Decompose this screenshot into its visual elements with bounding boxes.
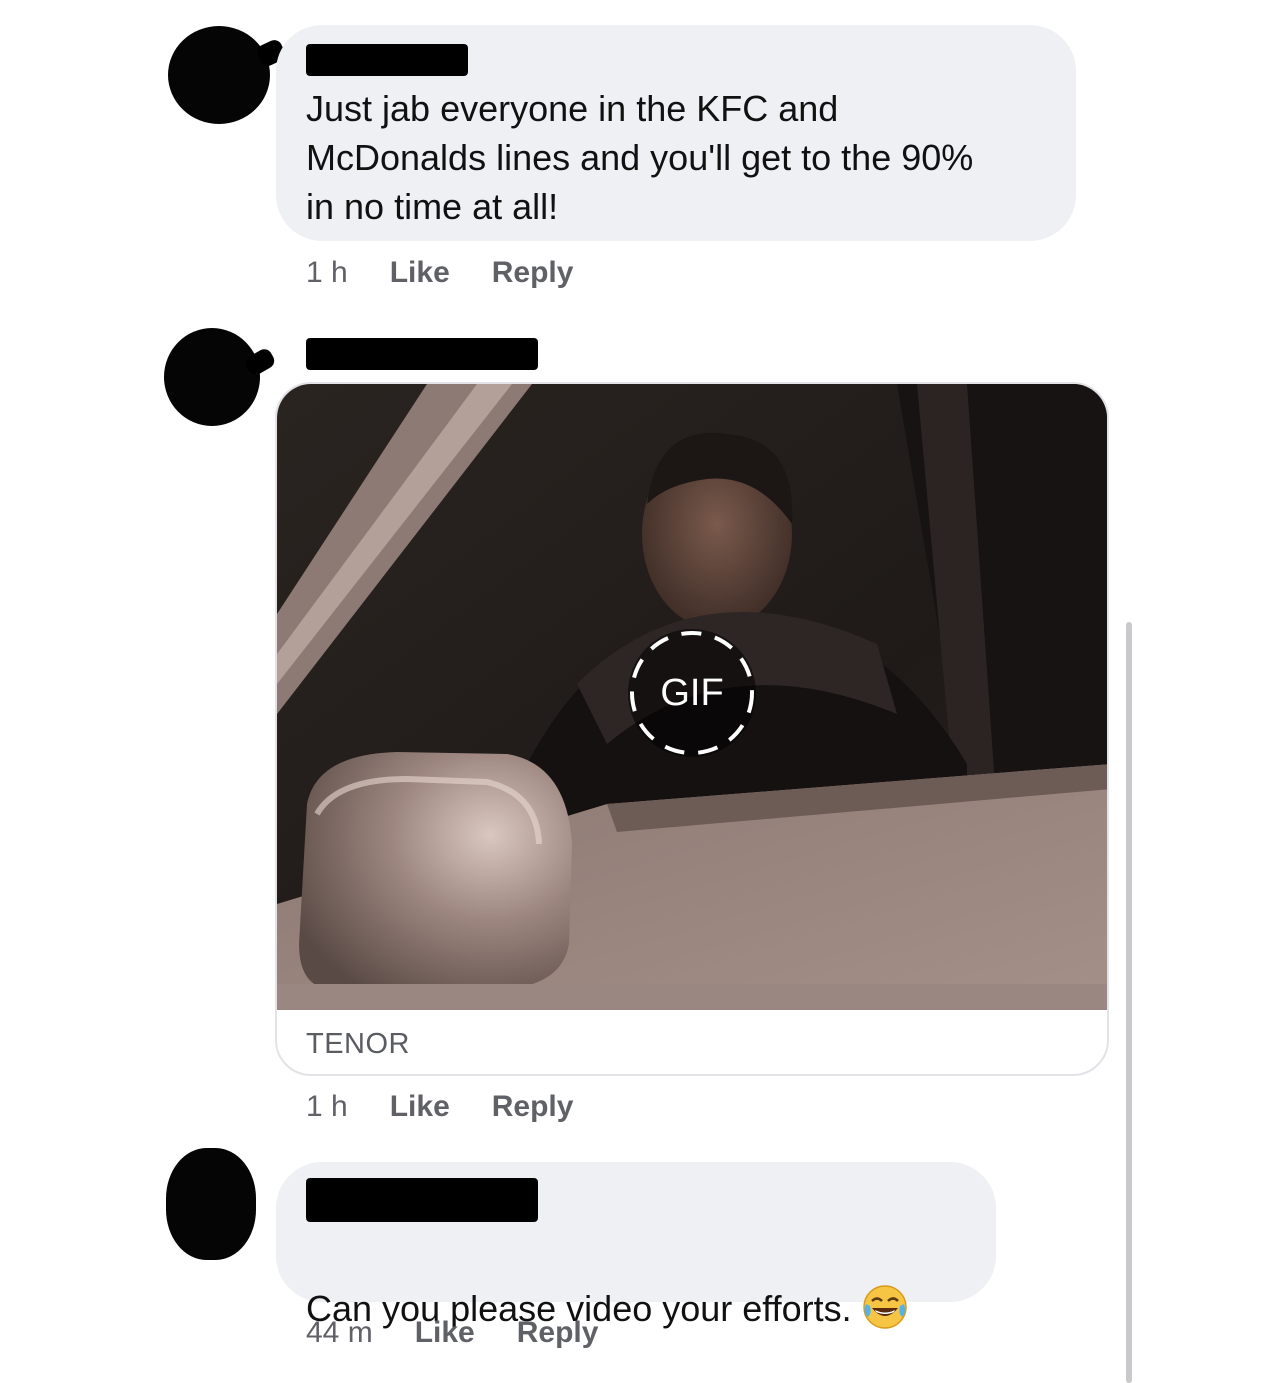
comment-timestamp[interactable]: 44 m bbox=[306, 1316, 373, 1350]
like-button[interactable]: Like bbox=[390, 256, 450, 290]
reply-button[interactable]: Reply bbox=[517, 1316, 599, 1350]
comment-timestamp[interactable]: 1 h bbox=[306, 1090, 348, 1124]
comment-thread-page: Just jab everyone in the KFC and McDonal… bbox=[0, 0, 1273, 1383]
gif-attachment[interactable]: GIF TENOR bbox=[275, 382, 1109, 1076]
redacted-author-name[interactable] bbox=[306, 44, 468, 76]
redacted-author-name[interactable] bbox=[306, 338, 538, 370]
avatar[interactable] bbox=[164, 328, 260, 426]
comment-actions: 1 h Like Reply bbox=[306, 253, 615, 293]
comment-actions: 44 m Like Reply bbox=[306, 1313, 640, 1353]
comment-actions: 1 h Like Reply bbox=[306, 1087, 615, 1127]
gif-badge-label: GIF bbox=[660, 672, 724, 714]
redacted-author-name[interactable] bbox=[306, 1178, 538, 1222]
gif-play-badge[interactable]: GIF bbox=[625, 626, 759, 760]
reply-button[interactable]: Reply bbox=[492, 256, 574, 290]
avatar[interactable] bbox=[168, 26, 270, 124]
face-with-tears-of-joy-icon bbox=[862, 1284, 908, 1330]
gif-preview-image[interactable]: GIF bbox=[277, 384, 1107, 1010]
scrollbar[interactable] bbox=[1126, 622, 1132, 1383]
avatar[interactable] bbox=[166, 1148, 256, 1260]
like-button[interactable]: Like bbox=[415, 1316, 475, 1350]
like-button[interactable]: Like bbox=[390, 1090, 450, 1124]
reply-button[interactable]: Reply bbox=[492, 1090, 574, 1124]
gif-source-label: TENOR bbox=[306, 1028, 410, 1060]
comment-text: Just jab everyone in the KFC and McDonal… bbox=[306, 88, 974, 227]
comment-timestamp[interactable]: 1 h bbox=[306, 256, 348, 290]
